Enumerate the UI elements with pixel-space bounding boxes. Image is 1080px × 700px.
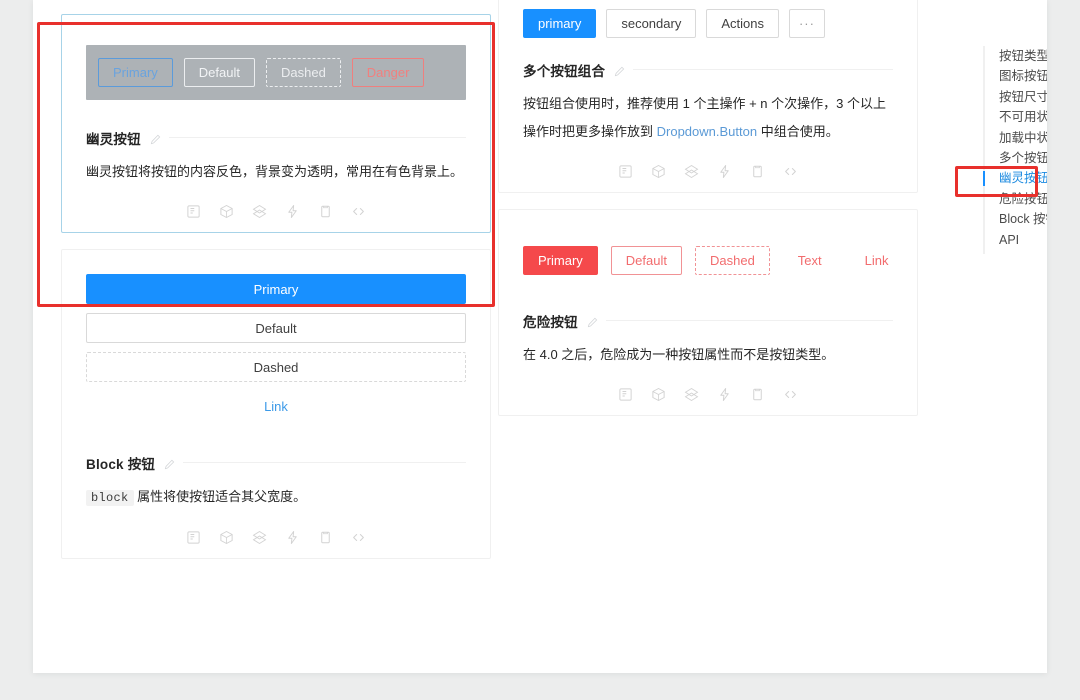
danger-text-button[interactable]: Text — [783, 246, 837, 275]
demo-description-block-rest: 属性将使按钮适合其父宽度。 — [134, 489, 307, 504]
anchor-item-loading-state[interactable]: 加载中状态 — [983, 128, 1047, 148]
demo-card-block-button[interactable]: Primary Default Dashed Link Block 按钮 blo… — [61, 249, 491, 559]
copy-icon[interactable] — [750, 387, 765, 402]
copy-icon[interactable] — [318, 530, 333, 545]
code-icon[interactable] — [351, 204, 366, 219]
copy-icon[interactable] — [750, 164, 765, 179]
demo-meta-danger: 危险按钮 在 4.0 之后，危险成为一种按钮属性而不是按钮类型。 — [499, 311, 917, 373]
danger-primary-button[interactable]: Primary — [523, 246, 598, 275]
demo-preview-group: primary secondary Actions ··· — [499, 0, 917, 58]
open-demo-icon[interactable] — [618, 164, 633, 179]
demo-title-danger: 危险按钮 — [523, 311, 585, 331]
group-desc-part2: 中组合使用。 — [757, 124, 839, 139]
codepen-icon[interactable] — [252, 204, 267, 219]
danger-default-button[interactable]: Default — [611, 246, 682, 275]
ghost-button-stage: Primary Default Dashed Danger — [86, 45, 466, 100]
button-group-stage: primary secondary Actions ··· — [523, 9, 893, 38]
edit-pencil-icon[interactable] — [150, 134, 161, 145]
codesandbox-icon[interactable] — [651, 387, 666, 402]
block-default-button[interactable]: Default — [86, 313, 466, 343]
demo-description-block: block 属性将使按钮适合其父宽度。 — [86, 483, 466, 516]
demo-card-danger-button[interactable]: Primary Default Dashed Text Link 危险按钮 在 … — [498, 209, 918, 416]
open-demo-icon[interactable] — [618, 387, 633, 402]
anchor-item-button-size[interactable]: 按钮尺寸 — [983, 87, 1047, 107]
open-demo-icon[interactable] — [186, 530, 201, 545]
demo-description-group: 按钮组合使用时，推荐使用 1 个主操作 + n 个次操作，3 个以上操作时把更多… — [523, 90, 893, 150]
code-icon[interactable] — [783, 164, 798, 179]
copy-icon[interactable] — [318, 204, 333, 219]
demo-title-ghost: 幽灵按钮 — [86, 128, 148, 148]
stackblitz-icon[interactable] — [285, 204, 300, 219]
danger-button-stage: Primary Default Dashed Text Link — [523, 246, 893, 275]
codesandbox-icon[interactable] — [651, 164, 666, 179]
dropdown-button-link[interactable]: Dropdown.Button — [657, 124, 757, 139]
code-icon[interactable] — [351, 530, 366, 545]
anchor-item-button-type[interactable]: 按钮类型 — [983, 46, 1047, 66]
stackblitz-icon[interactable] — [717, 387, 732, 402]
codepen-icon[interactable] — [252, 530, 267, 545]
demo-card-ghost-button[interactable]: Primary Default Dashed Danger 幽灵按钮 幽灵按钮将… — [61, 14, 491, 233]
codepen-icon[interactable] — [684, 387, 699, 402]
open-demo-icon[interactable] — [186, 204, 201, 219]
group-actions-button[interactable]: Actions — [706, 9, 779, 38]
block-primary-button[interactable]: Primary — [86, 274, 466, 304]
ghost-primary-button[interactable]: Primary — [98, 58, 173, 87]
codesandbox-icon[interactable] — [219, 204, 234, 219]
anchor-item-ghost-button[interactable]: 幽灵按钮 — [983, 168, 1047, 188]
codepen-icon[interactable] — [684, 164, 699, 179]
anchor-item-danger-button[interactable]: 危险按钮 — [983, 189, 1047, 209]
ghost-dashed-button[interactable]: Dashed — [266, 58, 341, 87]
demo-actions-danger — [499, 373, 917, 415]
demo-column-middle: primary secondary Actions ··· 多个按钮组合 按钮组… — [498, 0, 918, 432]
anchor-item-disabled-state[interactable]: 不可用状态 — [983, 107, 1047, 127]
edit-pencil-icon[interactable] — [587, 317, 598, 328]
code-chip-block: block — [86, 490, 134, 506]
anchor-item-block-button[interactable]: Block 按钮 — [983, 209, 1047, 229]
demo-card-button-group[interactable]: primary secondary Actions ··· 多个按钮组合 按钮组… — [498, 0, 918, 193]
demo-actions-block — [62, 516, 490, 558]
demo-preview-block: Primary Default Dashed Link — [62, 250, 490, 451]
anchor-item-icon-button[interactable]: 图标按钮 — [983, 66, 1047, 86]
demo-description-ghost: 幽灵按钮将按钮的内容反色，背景变为透明，常用在有色背景上。 — [86, 158, 466, 190]
group-primary-button[interactable]: primary — [523, 9, 596, 38]
stackblitz-icon[interactable] — [285, 530, 300, 545]
anchor-item-api[interactable]: API — [983, 230, 1047, 250]
danger-dashed-button[interactable]: Dashed — [695, 246, 770, 275]
danger-link-button[interactable]: Link — [850, 246, 904, 275]
demo-title-block: Block 按钮 — [86, 453, 162, 473]
ghost-danger-button[interactable]: Danger — [352, 58, 425, 87]
demo-actions-ghost — [62, 190, 490, 232]
block-button-stage: Primary Default Dashed Link — [86, 274, 466, 421]
demo-title-row-group: 多个按钮组合 — [523, 60, 893, 81]
demo-preview-ghost: Primary Default Dashed Danger — [62, 15, 490, 126]
demo-column-left: Primary Default Dashed Danger 幽灵按钮 幽灵按钮将… — [61, 0, 491, 575]
demo-preview-danger: Primary Default Dashed Text Link — [499, 210, 917, 309]
codesandbox-icon[interactable] — [219, 530, 234, 545]
demo-meta-block: Block 按钮 block 属性将使按钮适合其父宽度。 — [62, 453, 490, 516]
demo-meta-ghost: 幽灵按钮 幽灵按钮将按钮的内容反色，背景变为透明，常用在有色背景上。 — [62, 128, 490, 190]
code-icon[interactable] — [783, 387, 798, 402]
documentation-page: Primary Default Dashed Danger 幽灵按钮 幽灵按钮将… — [33, 0, 1047, 673]
stackblitz-icon[interactable] — [717, 164, 732, 179]
anchor-navigation: 按钮类型 图标按钮 按钮尺寸 不可用状态 加载中状态 多个按钮组合 幽灵按钮 危… — [983, 46, 1047, 250]
demo-meta-group: 多个按钮组合 按钮组合使用时，推荐使用 1 个主操作 + n 个次操作，3 个以… — [499, 60, 917, 150]
edit-pencil-icon[interactable] — [614, 66, 625, 77]
ghost-default-button[interactable]: Default — [184, 58, 255, 87]
group-secondary-button[interactable]: secondary — [606, 9, 696, 38]
group-more-button[interactable]: ··· — [789, 9, 825, 38]
block-dashed-button[interactable]: Dashed — [86, 352, 466, 382]
demo-title-row-danger: 危险按钮 — [523, 311, 893, 332]
demo-title-group: 多个按钮组合 — [523, 60, 612, 80]
demo-description-danger: 在 4.0 之后，危险成为一种按钮属性而不是按钮类型。 — [523, 341, 893, 373]
demo-title-row-ghost: 幽灵按钮 — [86, 128, 466, 149]
demo-actions-group — [499, 150, 917, 192]
demo-title-row-block: Block 按钮 — [86, 453, 466, 474]
edit-pencil-icon[interactable] — [164, 459, 175, 470]
anchor-item-button-group[interactable]: 多个按钮组合 — [983, 148, 1047, 168]
block-link-button[interactable]: Link — [86, 391, 466, 421]
